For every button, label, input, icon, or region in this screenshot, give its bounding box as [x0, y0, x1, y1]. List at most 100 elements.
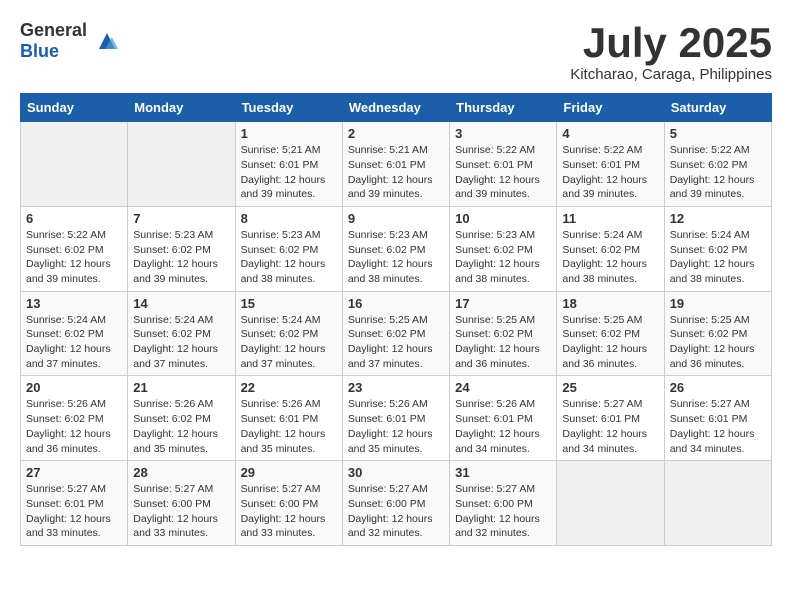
weekday-header: Friday: [557, 94, 664, 122]
calendar-week-row: 20 Sunrise: 5:26 AM Sunset: 6:02 PM Dayli…: [21, 376, 772, 461]
calendar-day-cell: [21, 122, 128, 207]
calendar-day-cell: 5 Sunrise: 5:22 AM Sunset: 6:02 PM Daylig…: [664, 122, 771, 207]
day-info: Sunrise: 5:25 AM Sunset: 6:02 PM Dayligh…: [455, 313, 551, 372]
calendar-day-cell: 15 Sunrise: 5:24 AM Sunset: 6:02 PM Dayli…: [235, 291, 342, 376]
day-number: 29: [241, 465, 337, 480]
day-number: 24: [455, 380, 551, 395]
calendar-day-cell: 6 Sunrise: 5:22 AM Sunset: 6:02 PM Daylig…: [21, 206, 128, 291]
calendar-day-cell: 20 Sunrise: 5:26 AM Sunset: 6:02 PM Dayli…: [21, 376, 128, 461]
calendar-day-cell: 19Sunrise: 5:25 AM Sunset: 6:02 PM Dayli…: [664, 291, 771, 376]
day-number: 30: [348, 465, 444, 480]
day-number: 11: [562, 211, 658, 226]
calendar-day-cell: 1Sunrise: 5:21 AM Sunset: 6:01 PM Daylig…: [235, 122, 342, 207]
day-number: 14: [133, 296, 229, 311]
day-info: Sunrise: 5:25 AM Sunset: 6:02 PM Dayligh…: [348, 313, 444, 372]
weekday-header: Thursday: [450, 94, 557, 122]
calendar-day-cell: 21 Sunrise: 5:26 AM Sunset: 6:02 PM Dayli…: [128, 376, 235, 461]
calendar-week-row: 6 Sunrise: 5:22 AM Sunset: 6:02 PM Daylig…: [21, 206, 772, 291]
day-number: 17: [455, 296, 551, 311]
calendar-day-cell: 17 Sunrise: 5:25 AM Sunset: 6:02 PM Dayli…: [450, 291, 557, 376]
day-number: 5: [670, 126, 766, 141]
day-number: 28: [133, 465, 229, 480]
calendar-day-cell: 25 Sunrise: 5:27 AM Sunset: 6:01 PM Dayli…: [557, 376, 664, 461]
day-number: 7: [133, 211, 229, 226]
day-info: Sunrise: 5:22 AM Sunset: 6:02 PM Dayligh…: [26, 228, 122, 287]
day-info: Sunrise: 5:26 AM Sunset: 6:02 PM Dayligh…: [133, 397, 229, 456]
day-info: Sunrise: 5:27 AM Sunset: 6:00 PM Dayligh…: [455, 482, 551, 541]
calendar-day-cell: 27 Sunrise: 5:27 AM Sunset: 6:01 PM Dayli…: [21, 461, 128, 546]
day-info: Sunrise: 5:27 AM Sunset: 6:01 PM Dayligh…: [26, 482, 122, 541]
day-info: Sunrise: 5:24 AM Sunset: 6:02 PM Dayligh…: [241, 313, 337, 372]
calendar-week-row: 27 Sunrise: 5:27 AM Sunset: 6:01 PM Dayli…: [21, 461, 772, 546]
day-number: 10: [455, 211, 551, 226]
calendar-day-cell: 4 Sunrise: 5:22 AM Sunset: 6:01 PM Daylig…: [557, 122, 664, 207]
calendar-day-cell: 3 Sunrise: 5:22 AM Sunset: 6:01 PM Daylig…: [450, 122, 557, 207]
calendar-day-cell: 30 Sunrise: 5:27 AM Sunset: 6:00 PM Dayli…: [342, 461, 449, 546]
calendar-table: SundayMondayTuesdayWednesdayThursdayFrid…: [20, 93, 772, 546]
day-number: 23: [348, 380, 444, 395]
day-number: 6: [26, 211, 122, 226]
day-info: Sunrise: 5:23 AM Sunset: 6:02 PM Dayligh…: [241, 228, 337, 287]
day-number: 20: [26, 380, 122, 395]
calendar-day-cell: 12Sunrise: 5:24 AM Sunset: 6:02 PM Dayli…: [664, 206, 771, 291]
day-number: 31: [455, 465, 551, 480]
calendar-day-cell: 13Sunrise: 5:24 AM Sunset: 6:02 PM Dayli…: [21, 291, 128, 376]
day-info: Sunrise: 5:26 AM Sunset: 6:01 PM Dayligh…: [241, 397, 337, 456]
calendar-day-cell: 11 Sunrise: 5:24 AM Sunset: 6:02 PM Dayli…: [557, 206, 664, 291]
day-number: 8: [241, 211, 337, 226]
title-block: July 2025 Kitcharao, Caraga, Philippines: [570, 20, 772, 83]
day-info: Sunrise: 5:22 AM Sunset: 6:01 PM Dayligh…: [562, 143, 658, 202]
day-info: Sunrise: 5:24 AM Sunset: 6:02 PM Dayligh…: [670, 228, 766, 287]
day-number: 21: [133, 380, 229, 395]
calendar-day-cell: 31 Sunrise: 5:27 AM Sunset: 6:00 PM Dayli…: [450, 461, 557, 546]
day-info: Sunrise: 5:27 AM Sunset: 6:01 PM Dayligh…: [562, 397, 658, 456]
day-info: Sunrise: 5:26 AM Sunset: 6:02 PM Dayligh…: [26, 397, 122, 456]
day-number: 9: [348, 211, 444, 226]
day-info: Sunrise: 5:27 AM Sunset: 6:00 PM Dayligh…: [241, 482, 337, 541]
calendar-day-cell: 24 Sunrise: 5:26 AM Sunset: 6:01 PM Dayli…: [450, 376, 557, 461]
day-number: 3: [455, 126, 551, 141]
day-info: Sunrise: 5:26 AM Sunset: 6:01 PM Dayligh…: [348, 397, 444, 456]
weekday-header: Saturday: [664, 94, 771, 122]
day-info: Sunrise: 5:24 AM Sunset: 6:02 PM Dayligh…: [133, 313, 229, 372]
calendar-day-cell: [128, 122, 235, 207]
weekday-header: Sunday: [21, 94, 128, 122]
calendar-day-cell: 23 Sunrise: 5:26 AM Sunset: 6:01 PM Dayli…: [342, 376, 449, 461]
day-info: Sunrise: 5:21 AM Sunset: 6:01 PM Dayligh…: [348, 143, 444, 202]
calendar-day-cell: 9 Sunrise: 5:23 AM Sunset: 6:02 PM Daylig…: [342, 206, 449, 291]
calendar-day-cell: 29 Sunrise: 5:27 AM Sunset: 6:00 PM Dayli…: [235, 461, 342, 546]
weekday-header: Tuesday: [235, 94, 342, 122]
day-info: Sunrise: 5:22 AM Sunset: 6:02 PM Dayligh…: [670, 143, 766, 202]
day-number: 27: [26, 465, 122, 480]
day-number: 16: [348, 296, 444, 311]
calendar-day-cell: 16 Sunrise: 5:25 AM Sunset: 6:02 PM Dayli…: [342, 291, 449, 376]
day-info: Sunrise: 5:26 AM Sunset: 6:01 PM Dayligh…: [455, 397, 551, 456]
day-number: 2: [348, 126, 444, 141]
calendar-day-cell: 8 Sunrise: 5:23 AM Sunset: 6:02 PM Daylig…: [235, 206, 342, 291]
day-info: Sunrise: 5:27 AM Sunset: 6:00 PM Dayligh…: [348, 482, 444, 541]
month-title: July 2025: [570, 20, 772, 66]
logo-blue-text: Blue: [20, 41, 87, 62]
calendar-day-cell: 14 Sunrise: 5:24 AM Sunset: 6:02 PM Dayli…: [128, 291, 235, 376]
calendar-week-row: 1Sunrise: 5:21 AM Sunset: 6:01 PM Daylig…: [21, 122, 772, 207]
day-number: 22: [241, 380, 337, 395]
calendar-day-cell: 26Sunrise: 5:27 AM Sunset: 6:01 PM Dayli…: [664, 376, 771, 461]
logo: General Blue: [20, 20, 123, 62]
day-info: Sunrise: 5:23 AM Sunset: 6:02 PM Dayligh…: [133, 228, 229, 287]
day-number: 15: [241, 296, 337, 311]
day-info: Sunrise: 5:25 AM Sunset: 6:02 PM Dayligh…: [562, 313, 658, 372]
day-info: Sunrise: 5:23 AM Sunset: 6:02 PM Dayligh…: [348, 228, 444, 287]
calendar-day-cell: 22 Sunrise: 5:26 AM Sunset: 6:01 PM Dayli…: [235, 376, 342, 461]
day-number: 18: [562, 296, 658, 311]
day-number: 25: [562, 380, 658, 395]
calendar-day-cell: 2 Sunrise: 5:21 AM Sunset: 6:01 PM Daylig…: [342, 122, 449, 207]
calendar-day-cell: [557, 461, 664, 546]
page-header: General Blue July 2025 Kitcharao, Caraga…: [20, 20, 772, 83]
day-info: Sunrise: 5:25 AM Sunset: 6:02 PM Dayligh…: [670, 313, 766, 372]
calendar-day-cell: [664, 461, 771, 546]
day-info: Sunrise: 5:24 AM Sunset: 6:02 PM Dayligh…: [562, 228, 658, 287]
day-number: 4: [562, 126, 658, 141]
day-info: Sunrise: 5:22 AM Sunset: 6:01 PM Dayligh…: [455, 143, 551, 202]
day-info: Sunrise: 5:24 AM Sunset: 6:02 PM Dayligh…: [26, 313, 122, 372]
logo-general-text: General: [20, 20, 87, 41]
